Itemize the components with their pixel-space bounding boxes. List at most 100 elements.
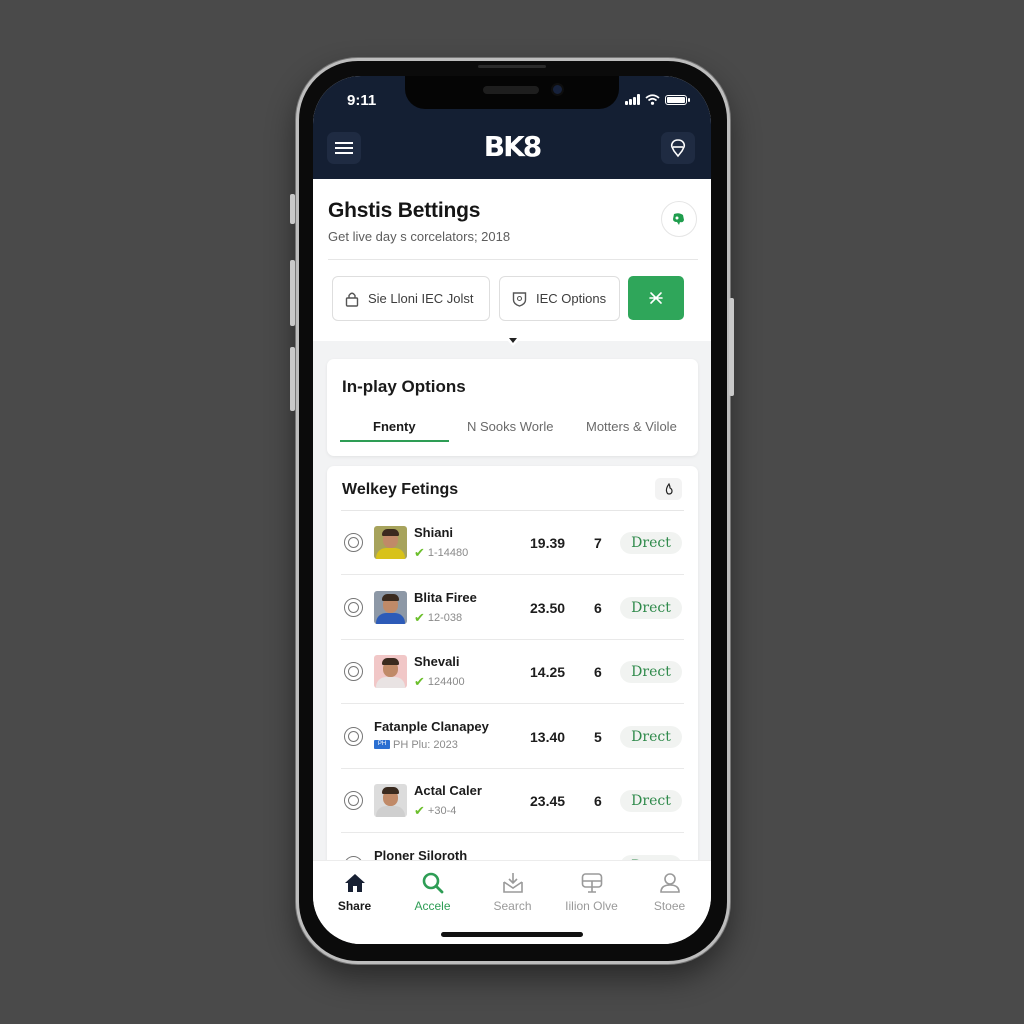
nav-item-iilion-olve[interactable]: Iilion Olve [552,871,631,913]
tab-motters-vilole[interactable]: Motters & Vilole [586,419,677,434]
tab-fnenty[interactable]: Fnenty [373,419,416,434]
player-meta-value: 124400 [427,676,465,688]
nav-label-accele: Accele [414,899,451,913]
tab-n-sooks-worle[interactable]: N Sooks Worle [467,419,553,434]
sparkle-icon [649,292,663,304]
player-name: Actal Caler [414,783,482,798]
odds-value: 23.45 [530,793,566,809]
battery-icon [665,94,690,105]
nav-label-stoee: Stoee [653,899,686,913]
player-avatar [374,526,407,559]
verified-check-icon: ✔ [414,609,425,625]
player-name: Shiani [414,525,454,540]
lock-option-button[interactable]: Sie Lloni IEC Jolst [332,276,490,321]
account-button[interactable] [661,132,695,164]
betting-row[interactable]: Shiani ✔ 1-14480 19.39 7 Drect [341,511,684,575]
nav-item-stoee[interactable]: Stoee [630,871,709,913]
player-meta-value: 12-038 [427,611,463,624]
player-meta-value: PH Plu: 2023 [393,738,458,751]
weekly-title: Welkey Fetings [342,481,459,498]
player-meta: ✔ 124400 [414,674,465,690]
dropdown-caret-icon [509,338,517,343]
select-radio[interactable] [344,726,363,746]
lock-icon [345,292,359,307]
betting-row[interactable]: Actal Caler ✔ +30-4 23.45 6 Drect [341,769,684,833]
section-divider [328,259,698,260]
tv-stand-icon [581,873,602,893]
player-name: Blita Firee [414,589,477,605]
verified-check-icon: ✔ [414,674,425,689]
nav-label-search: Search [493,899,532,913]
quick-action-button[interactable] [628,276,684,320]
betting-summary-card: Ghstis Bettings Get live day s corcelato… [313,179,711,341]
bottom-nav: Share Accele Search Iilion Olve Stoee [313,860,711,944]
country-flag-icon: PH [374,740,390,749]
search-icon [422,872,443,894]
select-radio[interactable] [344,533,363,552]
direct-button[interactable]: Drect [620,596,682,619]
player-avatar [374,784,407,817]
user-badge-icon [670,139,686,158]
player-name: Shevali [414,654,460,669]
direct-button[interactable]: Drect [620,661,682,683]
weekly-betting-card: Welkey Fetings Shiani ✔ 1-14480 19.39 7 Drect… [327,466,698,886]
select-radio[interactable] [344,791,363,810]
player-meta: ✔ 1-14480 [414,545,468,561]
profile-button[interactable] [661,201,697,237]
user-icon [659,873,680,893]
iec-options-button[interactable]: IEC Options [499,276,620,321]
earpiece-line [478,65,546,68]
odds-value: 23.50 [530,599,566,616]
player-name: Fatanple Clanapey [374,718,489,734]
home-icon [344,874,365,892]
betting-row[interactable]: Fatanple Clanapey PH PH Plu: 2023 13.40 5 Dre… [341,705,684,769]
brand-logo: BK8 [483,130,543,163]
player-meta: ✔ +30-4 [414,803,456,819]
player-meta-value: +30-4 [427,805,457,817]
count-value: 7 [594,535,602,551]
count-value: 5 [594,728,602,745]
betting-row[interactable]: Blita Firee ✔ 12-038 23.50 6 Drect [341,576,684,640]
side-button-volume-up [290,260,295,326]
direct-button[interactable]: Drect [620,725,682,748]
side-button-volume-down [290,347,295,411]
signal-icon [625,94,640,105]
verified-check-icon: ✔ [414,545,425,560]
odds-value: 19.39 [530,535,566,551]
phone-screen: 9:11 BK8 Ghstis Bettings Get live day s … [313,76,711,944]
verified-check-icon: ✔ [414,803,425,818]
speaker-grille [483,86,539,94]
status-time: 9:11 [347,92,377,109]
count-value: 6 [594,599,602,616]
player-meta: ✔ 12-038 [414,610,462,626]
side-button-power [729,298,734,396]
front-camera [551,83,564,96]
page-subtitle: Get live day s corcelators; 2018 [328,229,511,244]
nav-item-accele[interactable]: Accele [393,871,472,913]
inbox-download-icon [502,873,523,893]
player-meta: PH PH Plu: 2023 [374,739,458,751]
betting-row[interactable]: Shevali ✔ 124400 14.25 6 Drect [341,640,684,704]
lock-option-label: Sie Lloni IEC Jolst [368,291,474,306]
select-radio[interactable] [344,597,363,617]
home-indicator[interactable] [441,932,583,937]
weekly-filter-button[interactable] [655,478,682,500]
odds-value: 13.40 [530,728,566,745]
page-title: Ghstis Bettings [328,199,481,222]
flame-icon [665,483,673,495]
green-avatar-icon [673,213,684,225]
nav-item-share[interactable]: Share [315,871,394,913]
player-avatar [374,590,407,624]
direct-button[interactable]: Drect [620,532,682,554]
wifi-icon [645,94,660,105]
notch [405,76,619,109]
active-tab-indicator [340,440,449,442]
nav-label-iilion-olve: Iilion Olve [565,899,618,913]
nav-item-search[interactable]: Search [473,871,552,913]
status-icons [625,94,690,105]
direct-button[interactable]: Drect [620,790,682,812]
count-value: 6 [594,793,602,809]
select-radio[interactable] [344,662,363,681]
count-value: 6 [594,664,602,680]
player-avatar [374,655,407,688]
